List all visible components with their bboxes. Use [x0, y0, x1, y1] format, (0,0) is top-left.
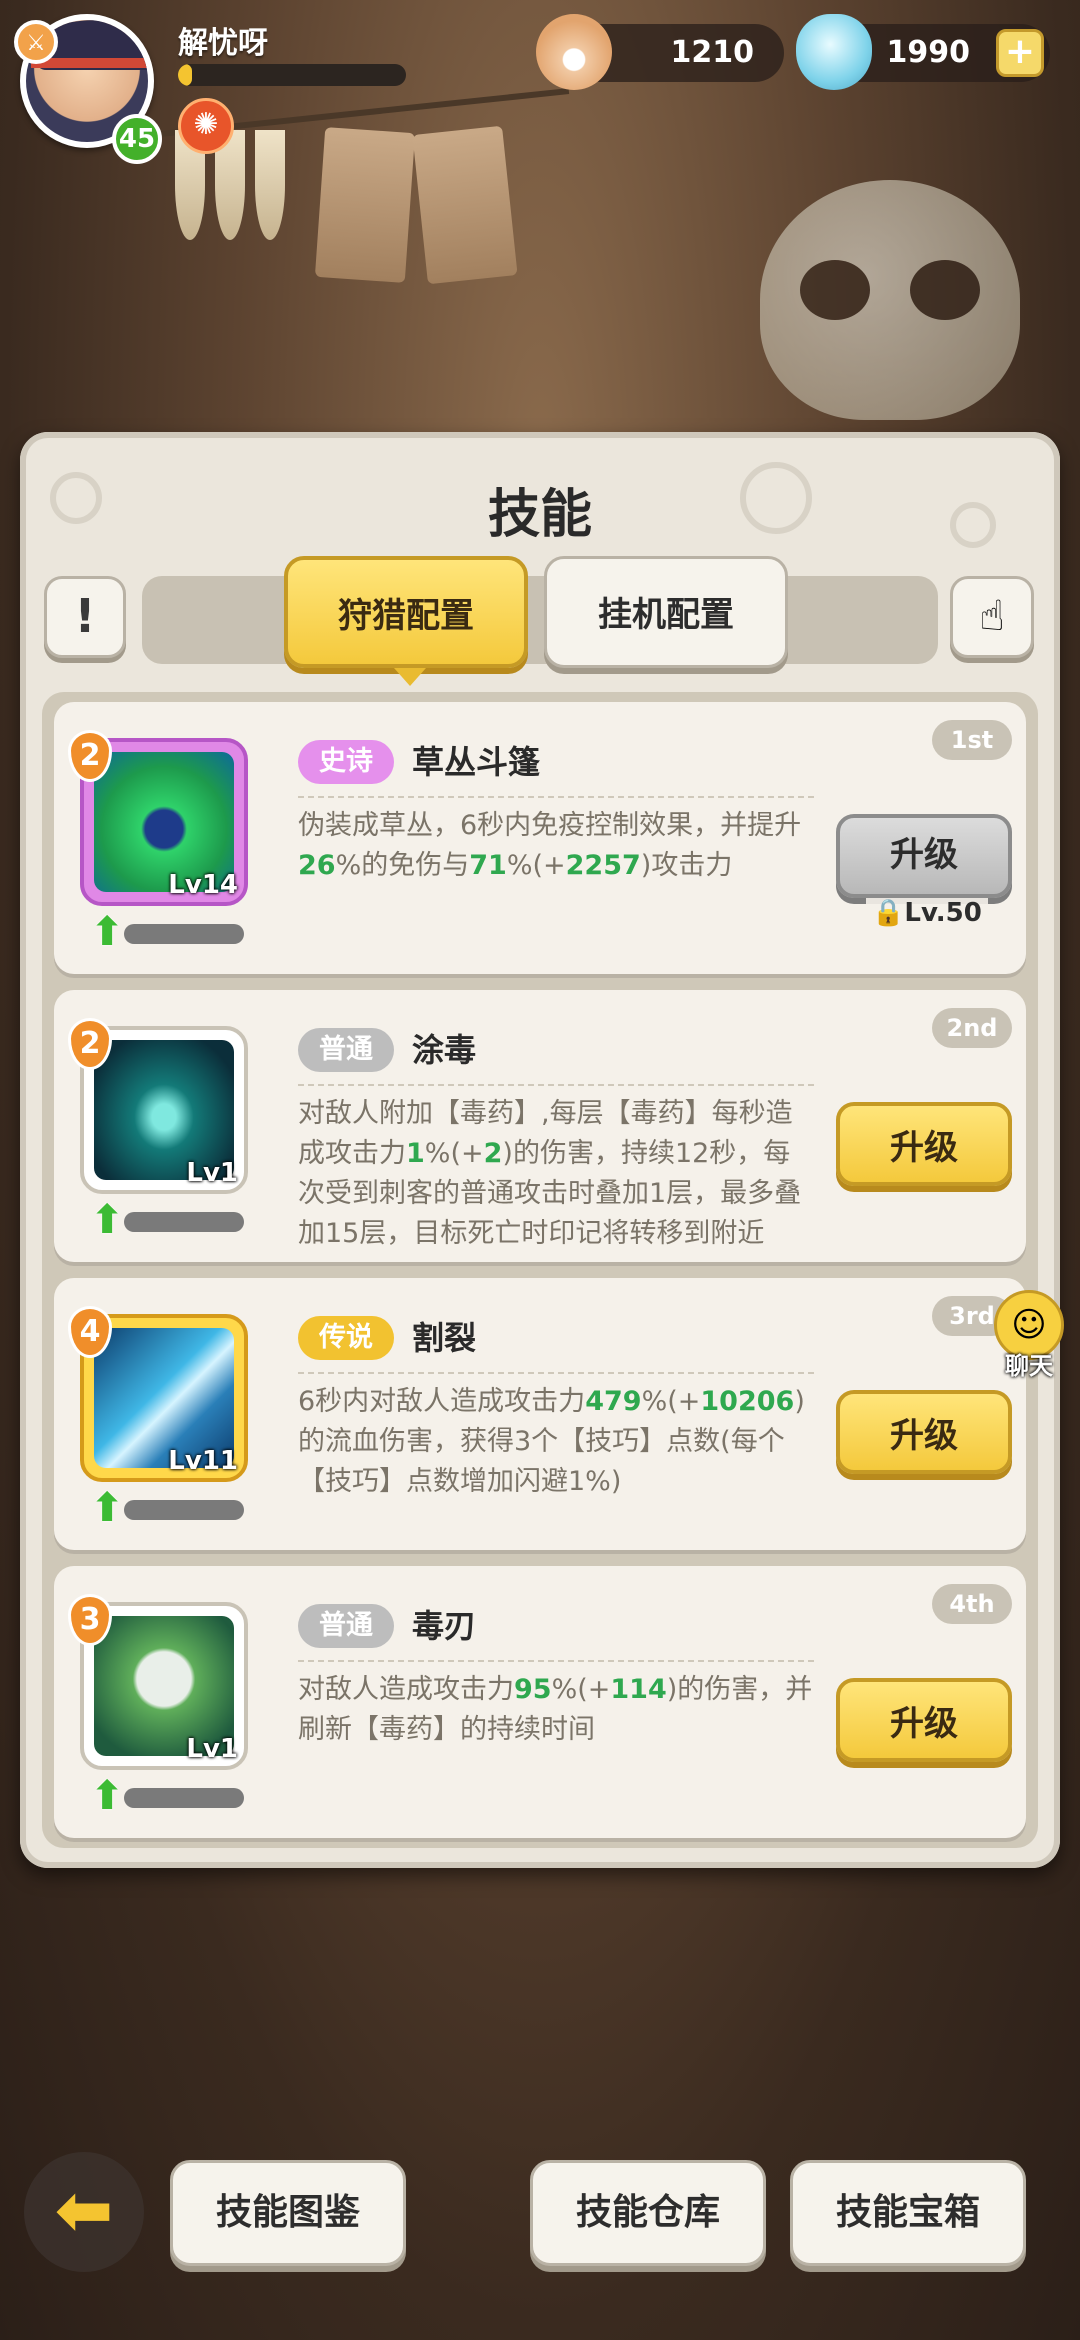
tab-idle-config[interactable]: 挂机配置	[544, 556, 788, 668]
skill-card[interactable]: Lv1 2 ⬆ 普通 涂毒 对敌人附加【毒药】,每层【毒药】每秒造成攻击力1%(…	[54, 990, 1026, 1262]
skill-description: 伪装成草丛，6秒内免疫控制效果，并提升26%的免伤与71%(+2257)攻击力	[298, 810, 802, 881]
background-skull	[760, 180, 1020, 420]
pearl-currency: 1210	[536, 14, 784, 90]
skill-level: Lv1	[186, 1734, 238, 1764]
skill-codex-button[interactable]: 技能图鉴	[170, 2160, 406, 2266]
chat-label: 聊天	[1005, 1352, 1053, 1380]
skill-progress-bar	[124, 924, 244, 944]
pearl-shell-icon	[536, 14, 612, 90]
upgrade-arrow-icon: ⬆	[90, 1485, 124, 1531]
skill-name: 草丛斗篷	[412, 743, 541, 781]
sword-icon: ⚔	[14, 20, 58, 64]
skill-progress-bar	[124, 1500, 244, 1520]
skill-name: 涂毒	[412, 1031, 477, 1069]
divider	[298, 1084, 814, 1086]
upgrade-button[interactable]: 升级	[836, 1390, 1012, 1474]
skill-description: 6秒内对敌人造成攻击力479%(+10206)的流血伤害，获得3个【技巧】点数(…	[298, 1386, 805, 1497]
back-arrow-button[interactable]: ⬅	[24, 2152, 144, 2272]
rarity-tag: 史诗	[298, 740, 394, 784]
pearl-amount: 1210	[670, 35, 755, 70]
player-level-badge: 45	[112, 114, 162, 164]
rank-badge: 2nd	[932, 1008, 1012, 1048]
skill-name: 毒刃	[412, 1607, 477, 1645]
player-name: 解忧呀	[178, 26, 268, 61]
lock-level: Lv.50	[904, 898, 982, 928]
player-avatar[interactable]: ⚔ 45	[14, 14, 162, 164]
upgrade-button[interactable]: 升级	[836, 1678, 1012, 1762]
skill-panel: 技能 ! 狩猎配置 挂机配置 ☝ Lv14 2 ⬆ 史诗 草丛斗篷 伪装成草丛，…	[20, 432, 1060, 1868]
lock-icon: 🔒	[872, 898, 905, 928]
xp-bar	[178, 64, 406, 86]
skill-card[interactable]: Lv11 4 ⬆ 传说 割裂 6秒内对敌人造成攻击力479%(+10206)的流…	[54, 1278, 1026, 1550]
gem-amount: 1990	[886, 35, 971, 70]
skill-card[interactable]: Lv1 3 ⬆ 普通 毒刃 对敌人造成攻击力95%(+114)的伤害，并刷新【毒…	[54, 1566, 1026, 1838]
add-gem-button[interactable]: +	[996, 29, 1044, 77]
gem-icon	[796, 14, 872, 90]
rank-badge: 1st	[932, 720, 1012, 760]
skill-name: 割裂	[412, 1319, 477, 1357]
lock-requirement: 🔒Lv.50	[866, 898, 988, 928]
rarity-tag: 普通	[298, 1604, 394, 1648]
rank-badge: 4th	[932, 1584, 1012, 1624]
panel-title: 技能	[487, 485, 592, 545]
skill-level: Lv14	[168, 870, 238, 900]
skill-level: Lv1	[186, 1158, 238, 1188]
divider	[298, 1372, 814, 1374]
skill-description: 对敌人附加【毒药】,每层【毒药】每秒造成攻击力1%(+2)的伤害，持续12秒，每…	[298, 1098, 802, 1249]
info-button[interactable]: !	[44, 576, 126, 658]
chat-button[interactable]: ☺ 聊天	[984, 1290, 1074, 1380]
upgrade-arrow-icon: ⬆	[90, 1773, 124, 1819]
buff-icon[interactable]: ✺	[178, 98, 234, 154]
divider	[298, 796, 814, 798]
skill-chest-button[interactable]: 技能宝箱	[790, 2160, 1026, 2266]
xp-fill	[178, 64, 192, 86]
upgrade-arrow-icon: ⬆	[90, 1197, 124, 1243]
skill-level: Lv11	[168, 1446, 238, 1476]
skill-progress-bar	[124, 1788, 244, 1808]
background-cloth	[412, 125, 518, 285]
upgrade-button-locked[interactable]: 升级	[836, 814, 1012, 898]
skill-description: 对敌人造成攻击力95%(+114)的伤害，并刷新【毒药】的持续时间	[298, 1674, 813, 1745]
rarity-tag: 普通	[298, 1028, 394, 1072]
skill-storage-button[interactable]: 技能仓库	[530, 2160, 766, 2266]
skill-card[interactable]: Lv14 2 ⬆ 史诗 草丛斗篷 伪装成草丛，6秒内免疫控制效果，并提升26%的…	[54, 702, 1026, 974]
background-tooth	[255, 130, 285, 240]
background-cloth	[314, 127, 416, 283]
upgrade-button[interactable]: 升级	[836, 1102, 1012, 1186]
rarity-tag: 传说	[298, 1316, 394, 1360]
tab-track	[142, 576, 938, 664]
hand-pointer-button[interactable]: ☝	[950, 576, 1034, 658]
skill-progress-bar	[124, 1212, 244, 1232]
gem-currency: 1990 +	[796, 14, 1050, 90]
divider	[298, 1660, 814, 1662]
upgrade-arrow-icon: ⬆	[90, 909, 124, 955]
tab-hunting-config[interactable]: 狩猎配置	[284, 556, 528, 686]
